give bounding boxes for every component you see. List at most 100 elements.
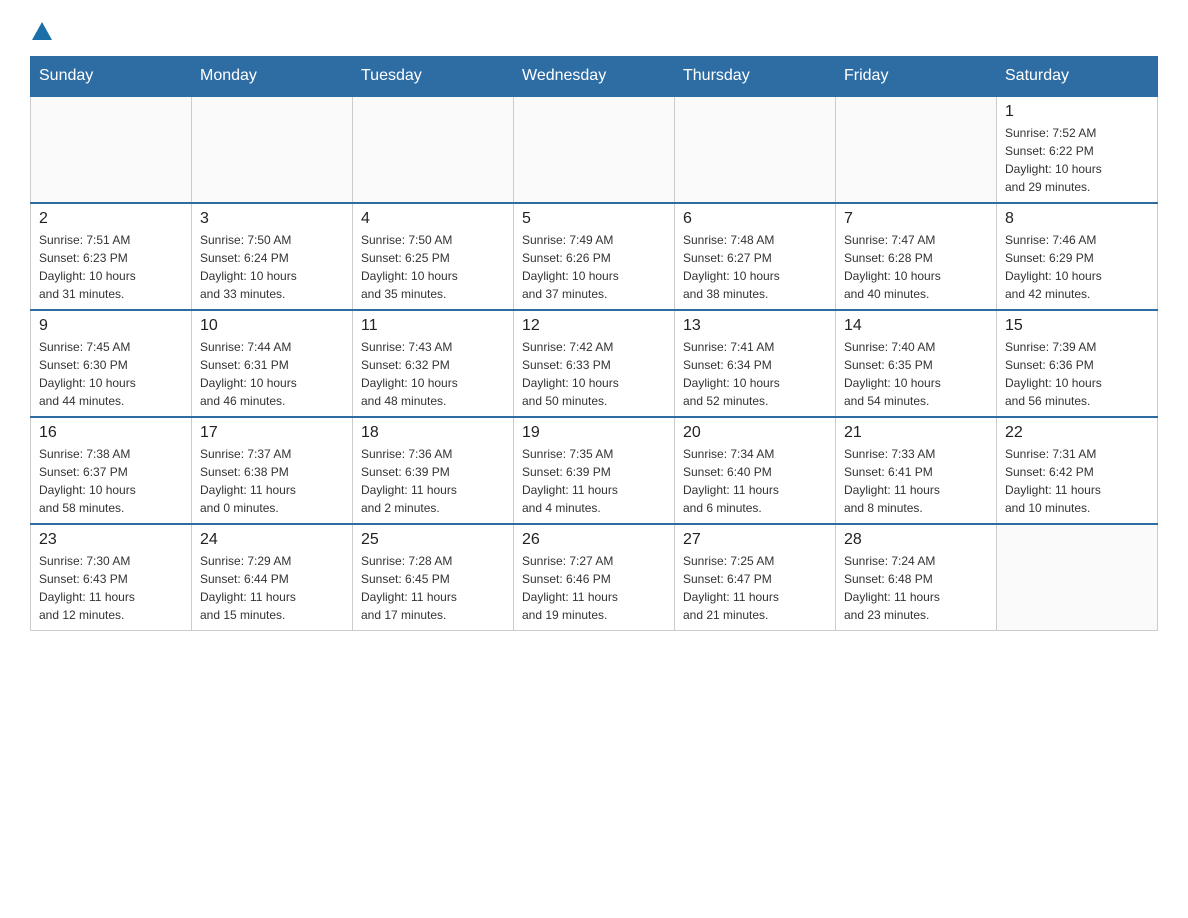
calendar-day-cell: 14 Sunrise: 7:40 AM Sunset: 6:35 PM Dayli… bbox=[836, 310, 997, 417]
day-number: 22 bbox=[1005, 424, 1149, 442]
calendar-table: SundayMondayTuesdayWednesdayThursdayFrid… bbox=[30, 56, 1158, 631]
page-header bbox=[30, 20, 1158, 36]
calendar-day-cell: 20 Sunrise: 7:34 AM Sunset: 6:40 PM Dayli… bbox=[675, 417, 836, 524]
calendar-day-cell: 11 Sunrise: 7:43 AM Sunset: 6:32 PM Dayli… bbox=[353, 310, 514, 417]
day-info: Sunrise: 7:36 AM Sunset: 6:39 PM Dayligh… bbox=[361, 445, 505, 517]
day-info: Sunrise: 7:38 AM Sunset: 6:37 PM Dayligh… bbox=[39, 445, 183, 517]
day-number: 7 bbox=[844, 210, 988, 228]
calendar-day-cell: 12 Sunrise: 7:42 AM Sunset: 6:33 PM Dayli… bbox=[514, 310, 675, 417]
day-number: 3 bbox=[200, 210, 344, 228]
day-number: 21 bbox=[844, 424, 988, 442]
day-number: 10 bbox=[200, 317, 344, 335]
calendar-day-cell bbox=[836, 96, 997, 203]
day-info: Sunrise: 7:40 AM Sunset: 6:35 PM Dayligh… bbox=[844, 338, 988, 410]
calendar-day-cell: 4 Sunrise: 7:50 AM Sunset: 6:25 PM Daylig… bbox=[353, 203, 514, 310]
day-of-week-header: Tuesday bbox=[353, 57, 514, 97]
calendar-day-cell: 17 Sunrise: 7:37 AM Sunset: 6:38 PM Dayli… bbox=[192, 417, 353, 524]
day-number: 14 bbox=[844, 317, 988, 335]
calendar-day-cell: 7Sunrise: 7:47 AM Sunset: 6:28 PM Daylig… bbox=[836, 203, 997, 310]
day-number: 19 bbox=[522, 424, 666, 442]
day-info: Sunrise: 7:31 AM Sunset: 6:42 PM Dayligh… bbox=[1005, 445, 1149, 517]
calendar-day-cell bbox=[192, 96, 353, 203]
calendar-day-cell: 23 Sunrise: 7:30 AM Sunset: 6:43 PM Dayli… bbox=[31, 524, 192, 631]
day-number: 13 bbox=[683, 317, 827, 335]
day-number: 5 bbox=[522, 210, 666, 228]
day-info: Sunrise: 7:50 AM Sunset: 6:25 PM Dayligh… bbox=[361, 231, 505, 303]
day-number: 20 bbox=[683, 424, 827, 442]
calendar-day-cell: 2Sunrise: 7:51 AM Sunset: 6:23 PM Daylig… bbox=[31, 203, 192, 310]
day-number: 17 bbox=[200, 424, 344, 442]
day-info: Sunrise: 7:39 AM Sunset: 6:36 PM Dayligh… bbox=[1005, 338, 1149, 410]
day-info: Sunrise: 7:43 AM Sunset: 6:32 PM Dayligh… bbox=[361, 338, 505, 410]
calendar-week-row: 23 Sunrise: 7:30 AM Sunset: 6:43 PM Dayli… bbox=[31, 524, 1158, 631]
day-number: 6 bbox=[683, 210, 827, 228]
day-number: 9 bbox=[39, 317, 183, 335]
day-number: 2 bbox=[39, 210, 183, 228]
calendar-day-cell: 16 Sunrise: 7:38 AM Sunset: 6:37 PM Dayli… bbox=[31, 417, 192, 524]
calendar-header-row: SundayMondayTuesdayWednesdayThursdayFrid… bbox=[31, 57, 1158, 97]
day-info: Sunrise: 7:28 AM Sunset: 6:45 PM Dayligh… bbox=[361, 552, 505, 624]
day-info: Sunrise: 7:42 AM Sunset: 6:33 PM Dayligh… bbox=[522, 338, 666, 410]
day-info: Sunrise: 7:30 AM Sunset: 6:43 PM Dayligh… bbox=[39, 552, 183, 624]
day-number: 11 bbox=[361, 317, 505, 335]
day-info: Sunrise: 7:44 AM Sunset: 6:31 PM Dayligh… bbox=[200, 338, 344, 410]
calendar-week-row: 2Sunrise: 7:51 AM Sunset: 6:23 PM Daylig… bbox=[31, 203, 1158, 310]
day-info: Sunrise: 7:50 AM Sunset: 6:24 PM Dayligh… bbox=[200, 231, 344, 303]
day-info: Sunrise: 7:48 AM Sunset: 6:27 PM Dayligh… bbox=[683, 231, 827, 303]
calendar-day-cell: 18 Sunrise: 7:36 AM Sunset: 6:39 PM Dayli… bbox=[353, 417, 514, 524]
day-info: Sunrise: 7:37 AM Sunset: 6:38 PM Dayligh… bbox=[200, 445, 344, 517]
day-number: 23 bbox=[39, 531, 183, 549]
calendar-day-cell: 28 Sunrise: 7:24 AM Sunset: 6:48 PM Dayli… bbox=[836, 524, 997, 631]
day-info: Sunrise: 7:34 AM Sunset: 6:40 PM Dayligh… bbox=[683, 445, 827, 517]
day-info: Sunrise: 7:46 AM Sunset: 6:29 PM Dayligh… bbox=[1005, 231, 1149, 303]
calendar-day-cell: 1Sunrise: 7:52 AM Sunset: 6:22 PM Daylig… bbox=[997, 96, 1158, 203]
calendar-day-cell: 21 Sunrise: 7:33 AM Sunset: 6:41 PM Dayli… bbox=[836, 417, 997, 524]
calendar-day-cell bbox=[514, 96, 675, 203]
day-of-week-header: Friday bbox=[836, 57, 997, 97]
day-info: Sunrise: 7:41 AM Sunset: 6:34 PM Dayligh… bbox=[683, 338, 827, 410]
day-info: Sunrise: 7:35 AM Sunset: 6:39 PM Dayligh… bbox=[522, 445, 666, 517]
calendar-day-cell bbox=[997, 524, 1158, 631]
day-info: Sunrise: 7:49 AM Sunset: 6:26 PM Dayligh… bbox=[522, 231, 666, 303]
day-info: Sunrise: 7:29 AM Sunset: 6:44 PM Dayligh… bbox=[200, 552, 344, 624]
calendar-day-cell: 25 Sunrise: 7:28 AM Sunset: 6:45 PM Dayli… bbox=[353, 524, 514, 631]
day-of-week-header: Wednesday bbox=[514, 57, 675, 97]
logo-triangle-icon bbox=[32, 22, 52, 40]
day-number: 8 bbox=[1005, 210, 1149, 228]
day-number: 16 bbox=[39, 424, 183, 442]
day-number: 18 bbox=[361, 424, 505, 442]
calendar-day-cell: 22 Sunrise: 7:31 AM Sunset: 6:42 PM Dayli… bbox=[997, 417, 1158, 524]
day-of-week-header: Monday bbox=[192, 57, 353, 97]
calendar-day-cell: 3 Sunrise: 7:50 AM Sunset: 6:24 PM Daylig… bbox=[192, 203, 353, 310]
calendar-day-cell: 26 Sunrise: 7:27 AM Sunset: 6:46 PM Dayli… bbox=[514, 524, 675, 631]
calendar-day-cell: 15Sunrise: 7:39 AM Sunset: 6:36 PM Dayli… bbox=[997, 310, 1158, 417]
day-info: Sunrise: 7:45 AM Sunset: 6:30 PM Dayligh… bbox=[39, 338, 183, 410]
calendar-day-cell bbox=[675, 96, 836, 203]
calendar-day-cell bbox=[353, 96, 514, 203]
day-number: 12 bbox=[522, 317, 666, 335]
logo bbox=[30, 20, 52, 36]
day-info: Sunrise: 7:33 AM Sunset: 6:41 PM Dayligh… bbox=[844, 445, 988, 517]
day-number: 28 bbox=[844, 531, 988, 549]
day-number: 26 bbox=[522, 531, 666, 549]
calendar-day-cell: 27 Sunrise: 7:25 AM Sunset: 6:47 PM Dayli… bbox=[675, 524, 836, 631]
calendar-day-cell: 24 Sunrise: 7:29 AM Sunset: 6:44 PM Dayli… bbox=[192, 524, 353, 631]
day-number: 24 bbox=[200, 531, 344, 549]
calendar-day-cell bbox=[31, 96, 192, 203]
calendar-day-cell: 6 Sunrise: 7:48 AM Sunset: 6:27 PM Daylig… bbox=[675, 203, 836, 310]
calendar-day-cell: 9 Sunrise: 7:45 AM Sunset: 6:30 PM Daylig… bbox=[31, 310, 192, 417]
calendar-day-cell: 19 Sunrise: 7:35 AM Sunset: 6:39 PM Dayli… bbox=[514, 417, 675, 524]
day-number: 25 bbox=[361, 531, 505, 549]
day-of-week-header: Saturday bbox=[997, 57, 1158, 97]
day-number: 4 bbox=[361, 210, 505, 228]
day-info: Sunrise: 7:27 AM Sunset: 6:46 PM Dayligh… bbox=[522, 552, 666, 624]
calendar-day-cell: 10 Sunrise: 7:44 AM Sunset: 6:31 PM Dayli… bbox=[192, 310, 353, 417]
calendar-week-row: 9 Sunrise: 7:45 AM Sunset: 6:30 PM Daylig… bbox=[31, 310, 1158, 417]
calendar-day-cell: 13 Sunrise: 7:41 AM Sunset: 6:34 PM Dayli… bbox=[675, 310, 836, 417]
day-info: Sunrise: 7:25 AM Sunset: 6:47 PM Dayligh… bbox=[683, 552, 827, 624]
calendar-week-row: 16 Sunrise: 7:38 AM Sunset: 6:37 PM Dayli… bbox=[31, 417, 1158, 524]
day-info: Sunrise: 7:52 AM Sunset: 6:22 PM Dayligh… bbox=[1005, 124, 1149, 196]
day-number: 27 bbox=[683, 531, 827, 549]
day-info: Sunrise: 7:24 AM Sunset: 6:48 PM Dayligh… bbox=[844, 552, 988, 624]
day-of-week-header: Sunday bbox=[31, 57, 192, 97]
